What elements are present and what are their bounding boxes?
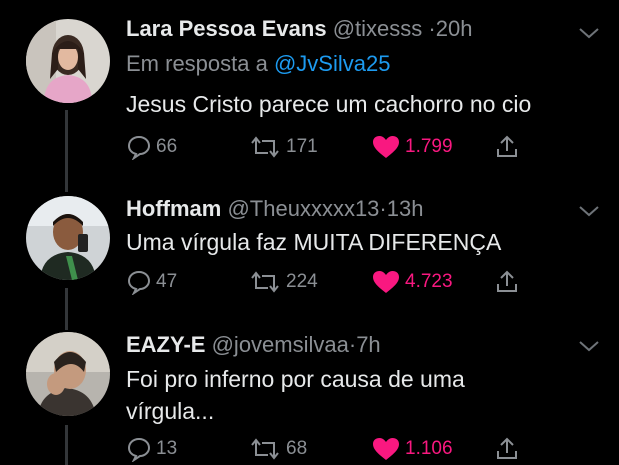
tweet-actions: 66 171 1.799 [126, 131, 546, 163]
tweet-actions: 13 68 1.106 [126, 433, 546, 465]
reply-count: 13 [156, 438, 178, 459]
tweet-header: Hoffmam @Theuxxxxx13·13h [126, 196, 423, 222]
reply-count: 66 [156, 136, 178, 157]
tweet-header: EAZY-E @jovemsilvaa·7h [126, 332, 381, 358]
user-handle[interactable]: @tixesss [333, 16, 423, 41]
share-button[interactable] [494, 433, 524, 465]
tweet-3[interactable]: EAZY-E @jovemsilvaa·7h Foi pro inferno p… [0, 325, 619, 465]
reply-icon [127, 437, 151, 462]
tweet-1[interactable]: Lara Pessoa Evans @tixesss ·20h Em respo… [0, 0, 619, 180]
heart-icon [373, 438, 399, 460]
reply-prefix: Em resposta a [126, 51, 268, 76]
avatar[interactable] [26, 196, 110, 280]
retweet-icon [251, 438, 279, 460]
reply-button[interactable]: 13 [126, 433, 177, 465]
retweet-icon [251, 136, 279, 158]
tweet-text: Jesus Cristo parece um cachorro no cio [126, 91, 532, 117]
share-button[interactable] [494, 266, 524, 298]
reply-mention-link[interactable]: @JvSilva25 [274, 51, 391, 76]
timestamp[interactable]: 13h [387, 196, 424, 221]
chevron-down-icon[interactable] [578, 339, 600, 353]
display-name[interactable]: EAZY-E [126, 332, 205, 357]
tweet-actions: 47 224 4.723 [126, 266, 546, 298]
like-button[interactable]: 1.106 [371, 433, 453, 465]
separator: · [428, 16, 436, 41]
share-icon [497, 437, 517, 459]
like-count: 1.106 [405, 438, 453, 459]
retweet-button[interactable]: 224 [248, 266, 318, 298]
reply-icon [127, 135, 151, 160]
user-handle[interactable]: @jovemsilvaa [212, 332, 349, 357]
avatar[interactable] [26, 332, 110, 416]
display-name[interactable]: Hoffmam [126, 196, 221, 221]
tweet-header: Lara Pessoa Evans @tixesss ·20h [126, 16, 472, 42]
like-button[interactable]: 4.723 [371, 266, 453, 298]
retweet-count: 171 [286, 136, 318, 157]
like-button[interactable]: 1.799 [371, 131, 453, 163]
chevron-down-icon[interactable] [578, 26, 600, 40]
reply-button[interactable]: 66 [126, 131, 177, 163]
heart-icon [373, 136, 399, 158]
display-name[interactable]: Lara Pessoa Evans [126, 16, 327, 41]
retweet-icon [251, 271, 279, 293]
share-icon [497, 270, 517, 292]
share-button[interactable] [494, 131, 524, 163]
retweet-button[interactable]: 68 [248, 433, 307, 465]
tweet-2[interactable]: Hoffmam @Theuxxxxx13·13h Uma vírgula faz… [0, 180, 619, 325]
reply-icon [127, 270, 151, 295]
retweet-button[interactable]: 171 [248, 131, 318, 163]
heart-icon [373, 271, 399, 293]
retweet-count: 68 [286, 438, 308, 459]
separator: · [379, 196, 387, 221]
avatar[interactable] [26, 19, 110, 103]
reply-button[interactable]: 47 [126, 266, 177, 298]
user-handle[interactable]: @Theuxxxxx13 [227, 196, 379, 221]
tweet-text: Uma vírgula faz MUITA DIFERENÇA [126, 229, 502, 255]
chevron-down-icon[interactable] [578, 204, 600, 218]
retweet-count: 224 [286, 271, 318, 292]
like-count: 4.723 [405, 271, 453, 292]
timestamp[interactable]: 7h [356, 332, 380, 357]
timestamp[interactable]: 20h [436, 16, 473, 41]
reply-count: 47 [156, 271, 178, 292]
reply-context: Em resposta a @JvSilva25 [126, 51, 390, 77]
like-count: 1.799 [405, 136, 453, 157]
tweet-text: Foi pro inferno por causa de uma vírgula… [126, 363, 596, 427]
tweet-text-line: Foi pro inferno por causa de uma [126, 366, 465, 392]
share-icon [497, 135, 517, 157]
tweet-text-line: vírgula... [126, 398, 215, 424]
